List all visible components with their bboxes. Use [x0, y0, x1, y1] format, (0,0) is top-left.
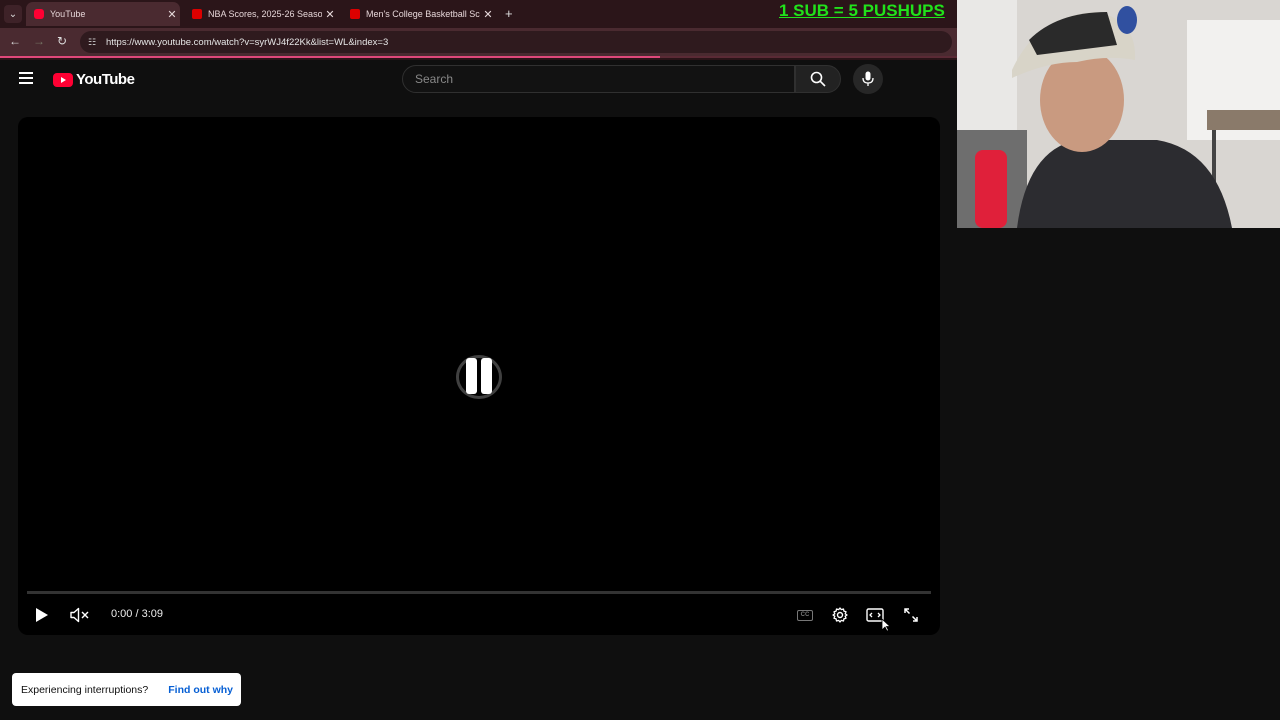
muted-volume-icon — [70, 607, 89, 623]
microphone-icon — [862, 71, 874, 86]
fullscreen-button[interactable] — [900, 603, 922, 627]
interruptions-toast: Experiencing interruptions? Find out why — [12, 673, 241, 706]
close-tab-icon[interactable]: ✕ — [164, 8, 180, 21]
navigation-bar: ← → ↻ ☷ https://www.youtube.com/watch?v=… — [0, 28, 957, 56]
site-info-icon[interactable]: ☷ — [88, 37, 98, 47]
espn-favicon-icon — [350, 9, 360, 19]
logo-text: YouTube — [76, 71, 135, 88]
tab-title: Men's College Basketball Score — [366, 9, 480, 19]
pause-indicator-icon — [456, 355, 502, 399]
tab-search-button[interactable]: ⌄ — [4, 5, 22, 23]
tab-title: NBA Scores, 2025-26 Season - E — [208, 9, 322, 19]
youtube-header: YouTube Search — [0, 60, 957, 98]
time-display: 0:00 / 3:09 — [111, 608, 163, 620]
mouse-cursor-icon — [881, 618, 891, 632]
settings-button[interactable] — [829, 603, 851, 627]
stream-overlay-banner: 1 SUB = 5 PUSHUPS — [779, 1, 945, 20]
espn-favicon-icon — [192, 9, 202, 19]
tab-youtube[interactable]: YouTube ✕ — [26, 2, 180, 26]
tab-bar: ⌄ YouTube ✕ NBA Scores, 2025-26 Season -… — [0, 0, 957, 28]
tab-nba-scores[interactable]: NBA Scores, 2025-26 Season - E ✕ — [184, 2, 338, 26]
voice-search-button[interactable] — [853, 64, 883, 94]
search-icon — [810, 71, 826, 87]
address-bar[interactable]: ☷ https://www.youtube.com/watch?v=syrWJ4… — [80, 31, 952, 53]
close-tab-icon[interactable]: ✕ — [322, 8, 338, 21]
search-input[interactable]: Search — [402, 65, 795, 93]
page-load-progress — [0, 56, 957, 58]
close-tab-icon[interactable]: ✕ — [480, 8, 496, 21]
toast-message: Experiencing interruptions? — [21, 683, 149, 696]
youtube-play-logo-icon — [53, 72, 73, 87]
fullscreen-icon — [904, 608, 918, 622]
reload-icon[interactable]: ↻ — [57, 34, 67, 48]
play-button[interactable] — [32, 603, 52, 627]
url-text: https://www.youtube.com/watch?v=syrWJ4f2… — [106, 36, 389, 48]
menu-icon[interactable] — [19, 72, 33, 87]
search-button[interactable] — [795, 65, 841, 93]
back-arrow-icon[interactable]: ← — [9, 34, 21, 48]
subtitles-button[interactable]: CC — [794, 603, 816, 627]
forward-arrow-icon[interactable]: → — [33, 34, 45, 48]
seek-bar[interactable] — [27, 591, 931, 594]
gear-icon — [832, 607, 848, 623]
find-out-why-link[interactable]: Find out why — [168, 684, 233, 696]
youtube-logo[interactable]: YouTube — [53, 71, 135, 88]
play-icon — [36, 608, 48, 622]
new-tab-button[interactable]: + — [505, 6, 513, 21]
closed-captions-icon: CC — [797, 609, 813, 621]
search-placeholder: Search — [415, 72, 454, 86]
browser-chrome: ⌄ YouTube ✕ NBA Scores, 2025-26 Season -… — [0, 0, 957, 60]
unmute-button[interactable] — [68, 603, 92, 627]
tab-college-basketball[interactable]: Men's College Basketball Score ✕ — [342, 2, 496, 26]
webcam-overlay — [957, 0, 1280, 228]
video-player[interactable]: 0:00 / 3:09 CC — [18, 117, 940, 635]
webcam-feed-image — [957, 0, 1280, 228]
youtube-favicon-icon — [34, 9, 44, 19]
tab-title: YouTube — [50, 9, 86, 19]
